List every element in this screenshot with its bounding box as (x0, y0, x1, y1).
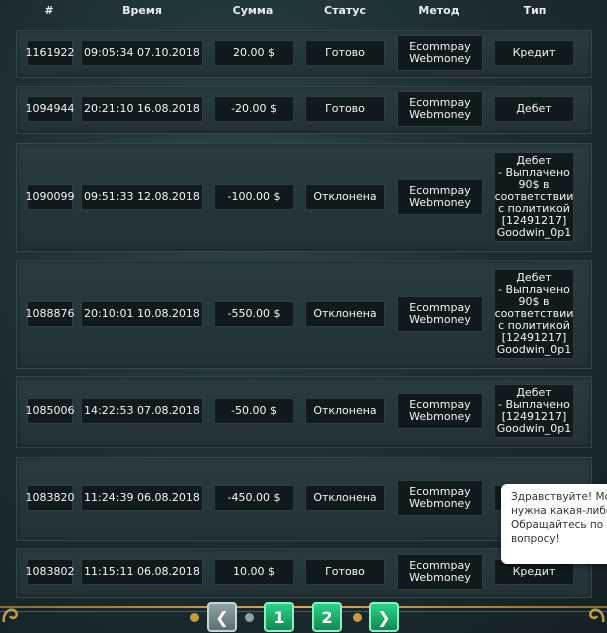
ornament-dot (353, 613, 362, 622)
method-line: Webmoney (409, 52, 471, 65)
type-line: соответствии (494, 306, 574, 320)
type-line: соответствии (494, 189, 574, 203)
transaction-id: 1085006 (26, 398, 75, 424)
prev-page-button[interactable]: ❮ (207, 602, 237, 632)
header-id: # (44, 4, 54, 17)
table-row: 1161922 09:05:34 07.10.2018 20.00 $ Готово E… (16, 30, 592, 78)
transaction-method: Ecommpay Webmoney (397, 554, 483, 590)
transaction-id: 1088876 (26, 300, 75, 327)
ornament-line (0, 611, 607, 612)
transaction-sum: -550.00 $ (214, 300, 294, 327)
method-line: Webmoney (409, 108, 471, 121)
header-method: Метод (418, 4, 460, 17)
transaction-status: Готово (305, 40, 385, 66)
transaction-status: Отклонена (305, 183, 385, 210)
transaction-time: 11:24:39 06.08.2018 (81, 485, 203, 511)
transaction-status: Отклонена (305, 300, 385, 327)
type-line: - Выплачено (498, 165, 570, 179)
transaction-type: Дебет - Выплачено 90$ в соответствии с полит… (494, 268, 574, 359)
ornament-dot (190, 613, 199, 622)
chat-tooltip[interactable]: Здравствуйте! Мо нужна какая-либо Обраща… (501, 484, 607, 564)
type-line: 90$ в (518, 177, 550, 191)
header-sum: Сумма (232, 4, 274, 17)
method-line: Webmoney (409, 410, 471, 423)
table-row: 1088876 20:10:01 10.08.2018 -550.00 $ Откло… (16, 260, 592, 369)
transaction-type: Кредит (494, 40, 574, 66)
type-line: [12491217] (501, 213, 567, 227)
tooltip-line: вопросу! (511, 533, 560, 545)
tooltip-line: нужна какая-либо (511, 505, 607, 517)
transaction-method: Ecommpay Webmoney (397, 295, 483, 332)
ornament-curl-icon (2, 608, 18, 623)
transaction-time: 11:15:11 06.08.2018 (81, 559, 203, 585)
transaction-status: Отклонена (305, 398, 385, 424)
ornament-dot (245, 613, 254, 622)
transaction-type: Дебет - Выплачено [12491217] Goodwin_0p1 (494, 384, 574, 438)
type-line: [12491217] (501, 330, 567, 344)
method-line: Ecommpay (409, 183, 471, 197)
chevron-right-icon: ❯ (377, 607, 391, 627)
type-line: Goodwin_0p1 (496, 342, 572, 356)
type-line: с политикой (498, 318, 570, 332)
tooltip-line: Здравствуйте! Мо (511, 491, 607, 503)
type-line: Кредит (512, 46, 556, 59)
transaction-sum: -20.00 $ (214, 96, 294, 122)
page-2-button[interactable]: 2 (312, 602, 342, 632)
method-line: Ecommpay (409, 300, 471, 314)
method-line: Webmoney (409, 195, 471, 209)
transaction-type: Дебет - Выплачено 90$ в соответствии с полит… (494, 151, 574, 242)
transaction-sum: -450.00 $ (214, 485, 294, 511)
type-line: с политикой (498, 201, 570, 215)
transaction-method: Ecommpay Webmoney (397, 480, 483, 516)
type-line: Дебет (516, 153, 552, 167)
ornament-curl-icon (589, 608, 605, 623)
transaction-time: 20:10:01 10.08.2018 (81, 300, 203, 327)
type-line: Дебет (516, 270, 552, 284)
transaction-sum: 20.00 $ (214, 40, 294, 66)
method-line: Webmoney (409, 312, 471, 326)
transaction-id: 1161922 (26, 40, 75, 66)
transaction-type: Дебет (494, 96, 574, 122)
transaction-id: 1083802 (26, 559, 75, 585)
ornament-line (0, 606, 607, 608)
table-row: 1094944 20:21:10 16.08.2018 -20.00 $ Готово… (16, 86, 592, 134)
type-line: Goodwin_0p1 (496, 422, 572, 435)
transaction-time: 09:05:34 07.10.2018 (81, 40, 203, 66)
header-status: Статус (324, 4, 366, 17)
transaction-time: 20:21:10 16.08.2018 (81, 96, 203, 122)
page-1-button[interactable]: 1 (264, 602, 294, 632)
table-row: 1085006 14:22:53 07.08.2018 -50.00 $ Отклон… (16, 376, 592, 448)
page-number: 2 (321, 607, 333, 627)
transaction-method: Ecommpay Webmoney (397, 35, 483, 71)
transaction-id: 1083820 (26, 485, 75, 511)
type-line: Дебет (516, 102, 552, 115)
transaction-id: 1090099 (26, 183, 75, 210)
transaction-time: 14:22:53 07.08.2018 (81, 398, 203, 424)
transaction-status: Отклонена (305, 485, 385, 511)
transaction-id: 1094944 (26, 96, 75, 122)
transaction-status: Готово (305, 559, 385, 585)
transaction-time: 09:51:33 12.08.2018 (81, 183, 203, 210)
next-page-button[interactable]: ❯ (369, 602, 399, 632)
tooltip-line: Обращайтесь по (511, 519, 604, 531)
page-number: 1 (273, 607, 285, 627)
chevron-left-icon: ❮ (215, 607, 229, 627)
transaction-sum: -50.00 $ (214, 398, 294, 424)
header-time: Время (122, 4, 162, 17)
type-line: Goodwin_0p1 (496, 225, 572, 239)
type-line: - Выплачено (498, 282, 570, 296)
transaction-status: Готово (305, 96, 385, 122)
table-header: # Время Сумма Статус Метод Тип (0, 0, 607, 20)
transaction-sum: 10.00 $ (214, 559, 294, 585)
type-line: 90$ в (518, 294, 550, 308)
transaction-method: Ecommpay Webmoney (397, 91, 483, 127)
transaction-sum: -100.00 $ (214, 183, 294, 210)
transaction-method: Ecommpay Webmoney (397, 178, 483, 215)
header-type: Тип (523, 4, 547, 17)
type-line: Кредит (512, 565, 556, 578)
transaction-method: Ecommpay Webmoney (397, 393, 483, 429)
method-line: Webmoney (409, 497, 471, 510)
table-row: 1090099 09:51:33 12.08.2018 -100.00 $ Откло… (16, 143, 592, 252)
method-line: Webmoney (409, 571, 471, 584)
